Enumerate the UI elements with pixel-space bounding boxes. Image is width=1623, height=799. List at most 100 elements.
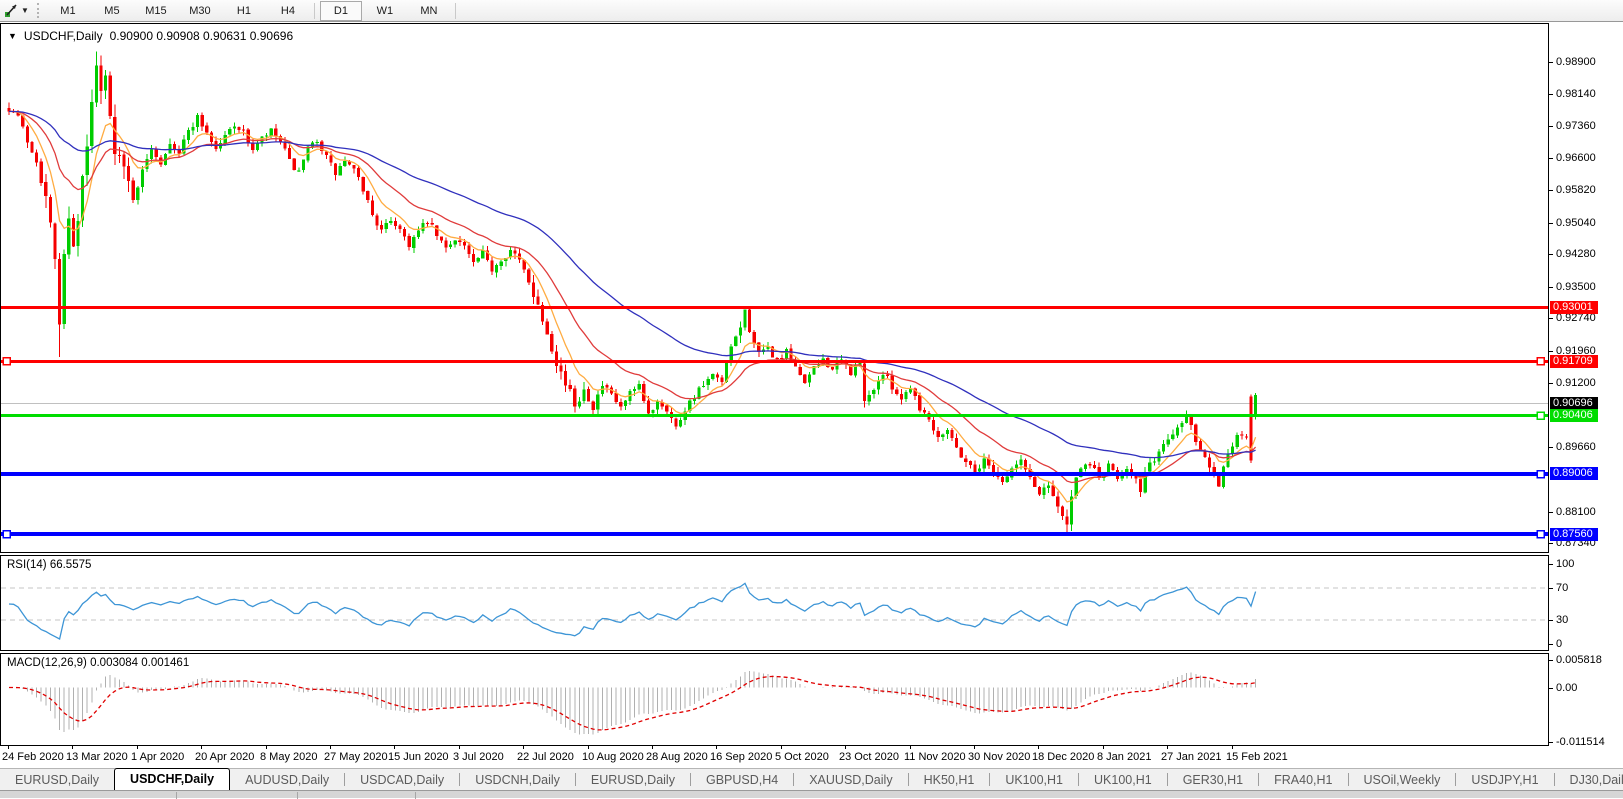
price-tick-label: 0.96600 [1556,152,1596,165]
tab-usdcad-daily[interactable]: USDCAD,Daily [345,770,459,790]
rsi-tick-dash [1549,588,1553,589]
date-tick-dash [1103,745,1104,749]
date-tick-dash [588,745,589,749]
chart-workspace[interactable]: ▼ USDCHF,Daily 0.90900 0.90908 0.90631 0… [0,23,1623,768]
tab-eurusd-daily[interactable]: EURUSD,Daily [0,770,114,790]
tab-uk100-h1[interactable]: UK100,H1 [990,770,1078,790]
date-tick-dash [266,745,267,749]
date-tick-dash [137,745,138,749]
price-tick-dash [1549,543,1553,544]
toolbar-separator [455,3,456,19]
tab-audusd-daily[interactable]: AUDUSD,Daily [230,770,344,790]
macd-panel[interactable]: MACD(12,26,9) 0.003084 0.001461 [0,653,1549,746]
hline-0-91709[interactable] [1,358,1548,365]
date-tick-dash [394,745,395,749]
tab-dj30-daily[interactable]: DJ30,Daily [1555,770,1623,790]
crosshair-tool-icon[interactable] [3,3,20,19]
rsi-tick-label: 70 [1556,582,1568,595]
tab-usdjpy-h1[interactable]: USDJPY,H1 [1456,770,1553,790]
chart-title: ▼ USDCHF,Daily 0.90900 0.90908 0.90631 0… [8,29,293,43]
toolbar-grip[interactable] [37,3,39,18]
timeframe-button-w1[interactable]: W1 [364,1,406,21]
price-tick-label: 0.93500 [1556,281,1596,294]
toolbar-separator [314,3,315,19]
date-tick-dash [716,745,717,749]
tab-gbpusd-h4[interactable]: GBPUSD,H4 [691,770,793,790]
timeframe-button-m30[interactable]: M30 [179,1,221,21]
price-tick-dash [1549,318,1553,319]
price-tick-label: 0.88100 [1556,506,1596,519]
timeframe-button-h4[interactable]: H4 [267,1,309,21]
price-chart-panel[interactable]: ▼ USDCHF,Daily 0.90900 0.90908 0.90631 0… [0,23,1549,553]
hline-price-tag: 0.87560 [1550,528,1598,541]
date-tick-dash [201,745,202,749]
price-tick-label: 0.89660 [1556,441,1596,454]
timeframe-button-m15[interactable]: M15 [135,1,177,21]
tab-fra40-h1[interactable]: FRA40,H1 [1259,770,1347,790]
chart-ohlc-values: 0.90900 0.90908 0.90631 0.90696 [110,29,294,43]
date-tick-dash [330,745,331,749]
date-tick-dash [974,745,975,749]
hline-0-87560[interactable] [1,531,1548,538]
rsi-label: RSI(14) 66.5575 [7,559,91,571]
macd-chart[interactable] [1,654,1548,745]
date-axis[interactable]: 24 Feb 202013 Mar 20201 Apr 202020 Apr 2… [0,745,1549,768]
timeframe-button-d1[interactable]: D1 [320,1,362,21]
collapse-triangle-icon[interactable]: ▼ [8,31,17,41]
tab-usdchf-daily[interactable]: USDCHF,Daily [114,768,230,790]
tab-ger30-h1[interactable]: GER30,H1 [1168,770,1258,790]
date-label: 20 Apr 2020 [195,751,254,763]
macd-label: MACD(12,26,9) 0.003084 0.001461 [7,657,189,669]
rsi-chart[interactable] [1,556,1548,650]
date-label: 1 Apr 2020 [131,751,184,763]
hline-price-tag: 0.90406 [1550,409,1598,422]
price-tick-dash [1549,383,1553,384]
rsi-tick-dash [1549,644,1553,645]
timeframe-button-mn[interactable]: MN [408,1,450,21]
price-tick-label: 0.97360 [1556,120,1596,133]
rsi-tick-label: 0 [1556,638,1562,651]
hline-0-90406[interactable] [1,412,1548,419]
date-label: 23 Oct 2020 [839,751,899,763]
price-tick-dash [1549,190,1553,191]
macd-tick-dash [1549,742,1553,743]
price-tick-dash [1549,512,1553,513]
timeframe-button-h1[interactable]: H1 [223,1,265,21]
timeframe-button-m1[interactable]: M1 [47,1,89,21]
tab-eurusd-daily[interactable]: EURUSD,Daily [576,770,690,790]
date-label: 11 Nov 2020 [904,751,966,763]
price-tick-label: 0.91200 [1556,377,1596,390]
tab-usdcnh-daily[interactable]: USDCNH,Daily [460,770,575,790]
tab-hk50-h1[interactable]: HK50,H1 [909,770,990,790]
price-tick-label: 0.95040 [1556,217,1596,230]
price-tick-label: 0.94280 [1556,248,1596,261]
dropdown-caret-icon[interactable]: ▼ [21,6,29,15]
date-label: 16 Sep 2020 [710,751,772,763]
price-tick-dash [1549,447,1553,448]
date-tick-dash [8,745,9,749]
date-label: 27 Jan 2021 [1161,751,1222,763]
rsi-tick-label: 30 [1556,614,1568,627]
tab-usoil-weekly[interactable]: USOil,Weekly [1349,770,1456,790]
rsi-tick-dash [1549,564,1553,565]
tab-xauusd-daily[interactable]: XAUUSD,Daily [794,770,907,790]
macd-tick-dash [1549,688,1553,689]
date-tick-dash [459,745,460,749]
candles [7,52,1257,534]
price-axis[interactable]: 0.989000.981400.973600.966000.958200.950… [1549,23,1623,768]
date-label: 24 Feb 2020 [2,751,64,763]
macd-tick-label: -0.011514 [1556,736,1605,749]
rsi-panel[interactable]: RSI(14) 66.5575 [0,555,1549,651]
date-label: 30 Nov 2020 [968,751,1030,763]
candlestick-chart[interactable] [1,24,1548,552]
date-label: 8 May 2020 [260,751,317,763]
rsi-tick-dash [1549,620,1553,621]
ma-medium-line [9,111,1256,482]
tab-uk100-h1[interactable]: UK100,H1 [1079,770,1167,790]
hline-0-89006[interactable] [1,471,1548,478]
hline-price-tag: 0.91709 [1550,355,1598,368]
date-label: 8 Jan 2021 [1097,751,1151,763]
macd-signal-line [9,676,1256,730]
date-label: 10 Aug 2020 [582,751,644,763]
timeframe-button-m5[interactable]: M5 [91,1,133,21]
